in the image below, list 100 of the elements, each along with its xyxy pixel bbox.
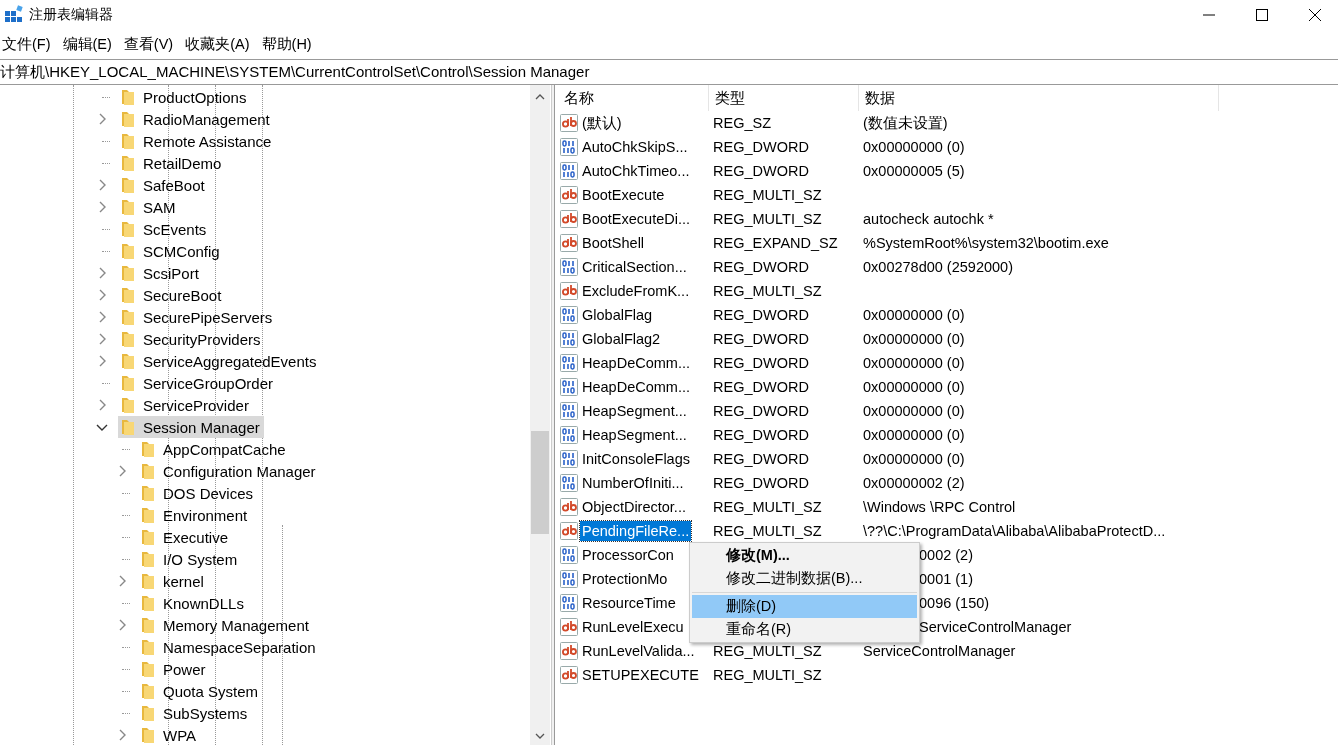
menu-item[interactable]: 修改(M)...: [692, 544, 917, 567]
value-name[interactable]: BootExecute: [580, 185, 667, 205]
folder-icon: [140, 550, 156, 568]
folder-icon: [120, 132, 136, 150]
tree-item[interactable]: Executive: [138, 526, 233, 548]
menu-item[interactable]: 删除(D): [692, 595, 917, 618]
scroll-down-icon[interactable]: [535, 733, 545, 739]
value-name[interactable]: BootShell: [580, 233, 647, 253]
tree-item[interactable]: Session Manager: [118, 416, 264, 438]
value-name[interactable]: GlobalFlag2: [580, 329, 663, 349]
value-name[interactable]: ProtectionMo: [580, 569, 670, 589]
folder-icon: [140, 506, 156, 524]
menu-item[interactable]: 帮助(H): [259, 35, 319, 54]
folder-icon: [120, 396, 136, 414]
menu-item[interactable]: 重命名(R): [692, 618, 917, 641]
tree-item[interactable]: DOS Devices: [138, 482, 258, 504]
value-name[interactable]: ObjectDirector...: [580, 497, 688, 517]
menu-item[interactable]: 修改二进制数据(B)...: [692, 567, 917, 590]
value-data: 0x00000000 (0): [863, 355, 965, 371]
tree-item[interactable]: kernel: [138, 570, 208, 592]
value-name[interactable]: HeapDeComm...: [580, 353, 692, 373]
column-header[interactable]: 名称: [558, 85, 709, 111]
value-name[interactable]: RunLevelValida...: [580, 641, 697, 661]
value-name[interactable]: ProcessorCon: [580, 545, 676, 565]
binary-value-icon: [560, 594, 578, 612]
tree-item[interactable]: ServiceGroupOrder: [118, 372, 278, 394]
tree-item[interactable]: ScsiPort: [118, 262, 203, 284]
tree-item[interactable]: SubSystems: [138, 702, 252, 724]
value-data: \??\C:\ProgramData\Alibaba\AlibabaProtectD...: [863, 523, 1166, 539]
tree-item[interactable]: ServiceAggregatedEvents: [118, 350, 321, 372]
folder-icon: [140, 682, 156, 700]
value-name[interactable]: CriticalSection...: [580, 257, 689, 277]
column-header[interactable]: 类型: [709, 85, 859, 111]
value-name[interactable]: GlobalFlag: [580, 305, 655, 325]
value-type: REG_MULTI_SZ: [713, 187, 822, 203]
tree-item[interactable]: RetailDemo: [118, 152, 226, 174]
tree-item[interactable]: I/O System: [138, 548, 242, 570]
folder-icon: [140, 660, 156, 678]
value-data: 0x00000000 (0): [863, 403, 965, 419]
tree-item[interactable]: Configuration Manager: [138, 460, 320, 482]
binary-value-icon: [560, 138, 578, 156]
binary-value-icon: [560, 306, 578, 324]
tree-item[interactable]: SecureBoot: [118, 284, 226, 306]
tree-item[interactable]: Remote Assistance: [118, 130, 276, 152]
scroll-up-icon[interactable]: [535, 94, 545, 100]
folder-icon: [120, 264, 136, 282]
tree-item[interactable]: KnownDLLs: [138, 592, 248, 614]
tree-item[interactable]: SecurePipeServers: [118, 306, 277, 328]
address-bar[interactable]: 计算机\HKEY_LOCAL_MACHINE\SYSTEM\CurrentControlSet\Control\Session Manager: [0, 60, 1338, 85]
menu-item[interactable]: 收藏夹(A): [183, 35, 257, 54]
value-name[interactable]: ExcludeFromK...: [580, 281, 692, 301]
value-data: ServiceControlManager: [919, 619, 1072, 635]
value-data: 0x00000000 (0): [863, 427, 965, 443]
tree-item[interactable]: SAM: [118, 196, 180, 218]
column-header[interactable]: 数据: [859, 85, 1219, 111]
menu-item[interactable]: 文件(F): [0, 35, 58, 54]
folder-icon: [140, 572, 156, 590]
value-name[interactable]: (默认): [580, 111, 624, 135]
tree-item[interactable]: AppCompatCache: [138, 438, 290, 460]
binary-value-icon: [560, 570, 578, 588]
string-value-icon: [560, 618, 578, 636]
tree-item[interactable]: ProductOptions: [118, 86, 251, 108]
tree-item[interactable]: SCMConfig: [118, 240, 224, 262]
tree-item[interactable]: Quota System: [138, 680, 263, 702]
value-name[interactable]: NumberOfIniti...: [580, 473, 686, 493]
close-icon[interactable]: [1309, 9, 1321, 21]
string-value-icon: [560, 666, 578, 684]
string-value-icon: [560, 210, 578, 228]
tree-item[interactable]: Memory Management: [138, 614, 313, 636]
tree-item[interactable]: WPA: [138, 724, 201, 745]
value-name[interactable]: InitConsoleFlags: [580, 449, 692, 469]
tree-item[interactable]: SafeBoot: [118, 174, 209, 196]
value-name[interactable]: BootExecuteDi...: [580, 209, 692, 229]
value-type: REG_DWORD: [713, 163, 809, 179]
scrollbar-thumb[interactable]: [531, 431, 549, 534]
value-data: 0096 (150): [919, 595, 990, 611]
tree-item[interactable]: Environment: [138, 504, 252, 526]
tree-item[interactable]: Power: [138, 658, 210, 680]
value-type: REG_MULTI_SZ: [713, 499, 822, 515]
tree-item[interactable]: ServiceProvider: [118, 394, 253, 416]
tree-item[interactable]: ScEvents: [118, 218, 211, 240]
folder-icon: [120, 286, 136, 304]
value-name[interactable]: SETUPEXECUTE: [580, 665, 701, 685]
value-name[interactable]: AutoChkSkipS...: [580, 137, 690, 157]
value-name[interactable]: AutoChkTimeo...: [580, 161, 692, 181]
menu-item[interactable]: 编辑(E): [60, 35, 119, 54]
menu-item[interactable]: 查看(V): [121, 35, 181, 54]
value-data: ServiceControlManager: [863, 643, 1016, 659]
maximize-icon[interactable]: [1256, 9, 1268, 21]
binary-value-icon: [560, 162, 578, 180]
value-name[interactable]: ResourceTime: [580, 593, 678, 613]
folder-icon: [120, 154, 136, 172]
value-name[interactable]: RunLevelExecu: [580, 617, 686, 637]
value-name[interactable]: HeapSegment...: [580, 401, 689, 421]
value-name[interactable]: PendingFileRe...: [580, 521, 692, 541]
value-name[interactable]: HeapDeComm...: [580, 377, 692, 397]
tree-item[interactable]: SecurityProviders: [118, 328, 265, 350]
value-name[interactable]: HeapSegment...: [580, 425, 689, 445]
tree-item[interactable]: RadioManagement: [118, 108, 274, 130]
tree-item[interactable]: NamespaceSeparation: [138, 636, 320, 658]
